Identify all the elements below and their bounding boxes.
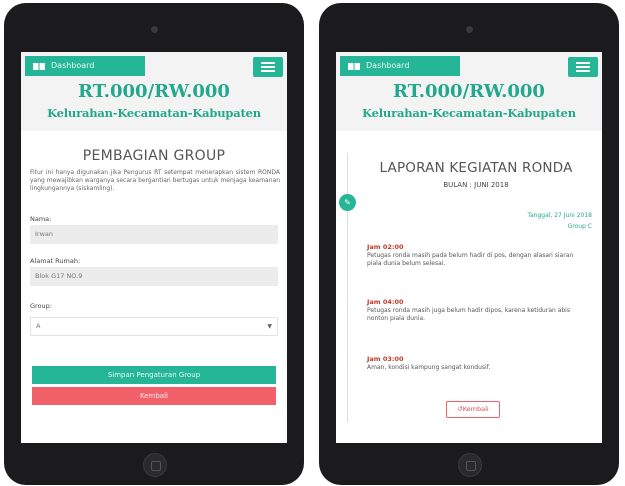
tablet-device-right: Dashboard RT.000/RW.000 Kelurahan-Kecama…: [319, 3, 619, 485]
dashboard-label: Dashboard: [366, 61, 410, 70]
name-field[interactable]: Irwan: [30, 225, 278, 244]
form-title: PEMBAGIAN GROUP: [82, 148, 226, 164]
site-subtitle: Kelurahan-Kecamatan-Kabupaten: [47, 106, 261, 120]
kembali-button[interactable]: ↺Kembali: [446, 401, 500, 418]
site-header: Dashboard RT.000/RW.000 Kelurahan-Kecama…: [21, 52, 287, 131]
address-field[interactable]: Blok G17 NO.9: [30, 267, 278, 286]
dashboard-button[interactable]: Dashboard: [340, 56, 460, 76]
chevron-down-icon: ▼: [267, 323, 272, 330]
hamburger-icon: [261, 62, 275, 64]
grid-icon: [33, 62, 45, 70]
menu-button[interactable]: [253, 57, 283, 77]
report-date: Tanggal, 27 Juni 2018: [527, 212, 592, 219]
dashboard-label: Dashboard: [51, 61, 95, 70]
hamburger-icon: [576, 62, 590, 64]
address-label: Alamat Rumah:: [30, 257, 81, 265]
entry-description: Petugas ronda masih juga belum hadir dip…: [367, 307, 570, 322]
group-select[interactable]: A ▼: [30, 317, 278, 336]
camera-icon: [465, 26, 473, 33]
site-header: Dashboard RT.000/RW.000 Kelurahan-Kecama…: [336, 52, 602, 131]
entry-description: Petugas ronda masih pada belum hadir di …: [367, 252, 574, 267]
report-entry: Jam 02:00 Petugas ronda masih pada belum…: [367, 243, 587, 268]
home-button[interactable]: [458, 453, 482, 477]
entry-description: Aman, kondisi kampung sangat kondusif.: [367, 364, 491, 371]
site-subtitle: Kelurahan-Kecamatan-Kabupaten: [362, 106, 576, 120]
group-label: Group:: [30, 302, 52, 310]
form-description: Fitur ini hanya digunakan jika Pengurus …: [30, 169, 280, 192]
menu-button[interactable]: [568, 57, 598, 77]
dashboard-button[interactable]: Dashboard: [25, 56, 145, 76]
home-button[interactable]: [143, 453, 167, 477]
name-label: Nama:: [30, 215, 52, 223]
report-entry: Jam 03:00 Aman, kondisi kampung sangat k…: [367, 355, 587, 372]
edit-icon[interactable]: ✎: [339, 194, 356, 211]
entry-time: Jam 03:00: [367, 355, 404, 363]
screen-group-form: Dashboard RT.000/RW.000 Kelurahan-Kecama…: [21, 52, 287, 443]
report-title: LAPORAN KEGIATAN RONDA: [379, 160, 573, 176]
entry-time: Jam 04:00: [367, 298, 404, 306]
report-month: BULAN : JUNI 2018: [443, 181, 509, 189]
back-button[interactable]: Kembali: [32, 387, 276, 405]
group-select-value: A: [36, 322, 41, 330]
site-title: RT.000/RW.000: [393, 81, 545, 102]
camera-icon: [150, 26, 158, 33]
save-group-button[interactable]: Simpan Pengaturan Group: [32, 366, 276, 384]
kembali-label: Kembali: [462, 405, 489, 413]
report-entry: Jam 04:00 Petugas ronda masih juga belum…: [367, 298, 587, 323]
grid-icon: [348, 62, 360, 70]
site-title: RT.000/RW.000: [78, 81, 230, 102]
screen-report: Dashboard RT.000/RW.000 Kelurahan-Kecama…: [336, 52, 602, 443]
report-group: Group C: [567, 223, 592, 230]
tablet-device-left: Dashboard RT.000/RW.000 Kelurahan-Kecama…: [4, 3, 304, 485]
entry-time: Jam 02:00: [367, 243, 404, 251]
